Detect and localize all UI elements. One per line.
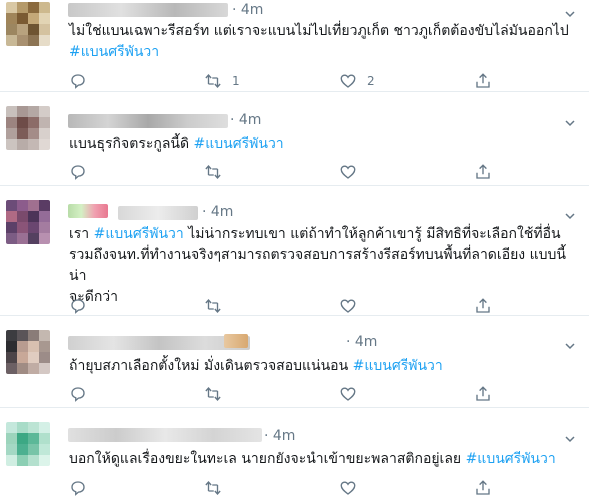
avatar[interactable] (6, 422, 50, 466)
tweet-text-body: เรา (69, 226, 94, 242)
like-icon (340, 481, 356, 495)
share-icon (476, 73, 490, 88)
retweet-button[interactable] (204, 296, 232, 316)
tweet-actions: 1 2 (69, 71, 509, 91)
reply-button[interactable] (69, 71, 97, 91)
retweet-icon (205, 73, 221, 89)
like-icon (340, 74, 356, 88)
tweet-actions (69, 162, 509, 182)
like-icon (340, 299, 356, 313)
like-icon (340, 165, 356, 179)
retweet-icon (205, 164, 221, 180)
retweet-button[interactable] (204, 162, 232, 182)
like-button[interactable] (339, 384, 367, 404)
share-icon (476, 480, 490, 495)
reply-button[interactable] (69, 296, 97, 316)
tweet-timestamp[interactable]: · 4m (232, 2, 263, 18)
avatar[interactable] (6, 106, 50, 150)
tweet-text: บอกให้ดูแลเรื่องขยะในทะเล นายกยังจะนำเข้… (69, 449, 575, 470)
tweet[interactable]: · 4m บอกให้ดูแลเรื่องขยะในทะเล นายกยังจะ… (0, 408, 589, 500)
tweet-text-body: ไม่ใช่แบนเฉพาะรีสอร์ท แต่เราจะแบนไม่ไปเท… (69, 23, 569, 39)
reply-icon (71, 74, 85, 89)
like-count: 2 (367, 74, 375, 88)
reply-icon (71, 165, 85, 180)
tweet[interactable]: · 4m แบนธุรกิจตระกูลนี้ดิ #แบนศรีพันวา (0, 92, 589, 186)
like-button[interactable] (339, 296, 367, 316)
share-button[interactable] (474, 478, 492, 498)
retweet-button[interactable]: 1 (204, 71, 240, 91)
tweet-actions (69, 384, 509, 404)
retweet-button[interactable] (204, 478, 232, 498)
tweet-timestamp[interactable]: · 4m (346, 334, 377, 350)
like-button[interactable] (339, 162, 367, 182)
user-handle-obscured[interactable] (224, 334, 248, 348)
hashtag-link[interactable]: #แบนศรีพันวา (466, 451, 556, 467)
retweet-icon (205, 480, 221, 496)
tweet-timestamp[interactable]: · 4m (202, 204, 233, 220)
like-button[interactable] (339, 478, 367, 498)
retweet-icon (205, 386, 221, 402)
reply-button[interactable] (69, 478, 97, 498)
retweet-button[interactable] (204, 384, 232, 404)
chevron-down-icon[interactable] (563, 431, 577, 445)
retweet-icon (205, 298, 221, 314)
share-icon (476, 386, 490, 401)
user-name-obscured[interactable] (68, 336, 250, 350)
avatar[interactable] (6, 330, 50, 374)
chevron-down-icon[interactable] (563, 338, 577, 352)
hashtag-link[interactable]: #แบนศรีพันวา (94, 226, 184, 242)
reply-icon (71, 299, 85, 314)
share-button[interactable] (474, 384, 492, 404)
tweet-text-body: บอกให้ดูแลเรื่องขยะในทะเล นายกยังจะนำเข้… (69, 451, 466, 467)
share-icon (476, 298, 490, 313)
tweet-text: แบนธุรกิจตระกูลนี้ดิ #แบนศรีพันวา (69, 134, 575, 155)
tweet-text-body: ถ้ายุบสภาเลือกตั้งใหม่ มั่งเดินตรวจสอบแน… (69, 358, 353, 374)
share-button[interactable] (474, 162, 492, 182)
tweet[interactable]: · 4m เรา #แบนศรีพันวา ไม่น่ากระทบเขา แต่… (0, 186, 589, 316)
tweet[interactable]: · 4m ถ้ายุบสภาเลือกตั้งใหม่ มั่งเดินตรวจ… (0, 316, 589, 408)
share-button[interactable] (474, 71, 492, 91)
user-name-obscured[interactable] (68, 204, 108, 218)
reply-icon (71, 387, 85, 402)
user-name-obscured[interactable] (68, 3, 228, 17)
retweet-count: 1 (232, 74, 240, 88)
user-handle-obscured[interactable] (118, 206, 198, 220)
hashtag-link[interactable]: #แบนศรีพันวา (69, 44, 159, 60)
like-button[interactable]: 2 (339, 71, 375, 91)
chevron-down-icon[interactable] (563, 208, 577, 222)
share-icon (476, 164, 490, 179)
chevron-down-icon[interactable] (563, 115, 577, 129)
tweet-actions (69, 296, 509, 316)
avatar[interactable] (6, 200, 50, 244)
like-icon (340, 387, 356, 401)
tweet-timestamp[interactable]: · 4m (264, 428, 295, 444)
tweet-timestamp[interactable]: · 4m (230, 112, 261, 128)
user-name-obscured[interactable] (68, 428, 262, 442)
hashtag-link[interactable]: #แบนศรีพันวา (194, 136, 284, 152)
tweet[interactable]: · 4m ไม่ใช่แบนเฉพาะรีสอร์ท แต่เราจะแบนไม… (0, 0, 589, 92)
hashtag-link[interactable]: #แบนศรีพันวา (353, 358, 443, 374)
user-name-obscured[interactable] (68, 114, 228, 128)
chevron-down-icon[interactable] (563, 6, 577, 20)
share-button[interactable] (474, 296, 492, 316)
reply-icon (71, 481, 85, 496)
reply-button[interactable] (69, 162, 97, 182)
tweet-text: ถ้ายุบสภาเลือกตั้งใหม่ มั่งเดินตรวจสอบแน… (69, 356, 575, 377)
reply-button[interactable] (69, 384, 97, 404)
avatar[interactable] (6, 2, 50, 46)
tweet-text-body: แบนธุรกิจตระกูลนี้ดิ (69, 136, 194, 152)
tweet-text: ไม่ใช่แบนเฉพาะรีสอร์ท แต่เราจะแบนไม่ไปเท… (69, 21, 575, 63)
tweet-actions (69, 478, 509, 498)
